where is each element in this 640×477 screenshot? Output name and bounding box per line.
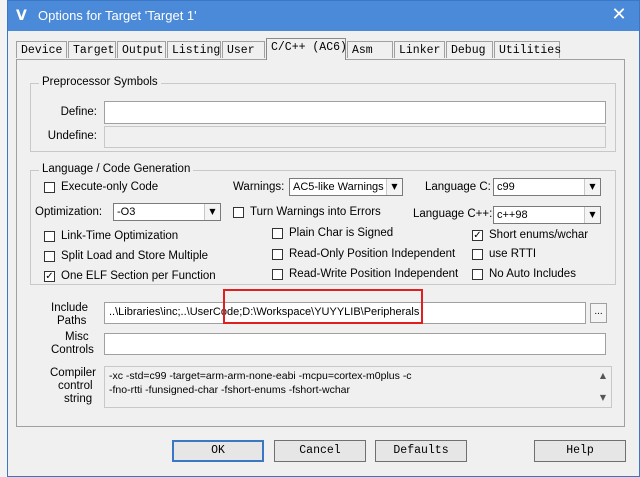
cancel-button[interactable]: Cancel xyxy=(274,440,366,462)
string-label: string xyxy=(64,393,93,405)
group-title: Language / Code Generation xyxy=(39,163,194,175)
undefine-label: Undefine: xyxy=(47,130,97,142)
optimization-label: Optimization: xyxy=(35,206,103,218)
options-dialog: V Options for Target 'Target 1' ✕ Device… xyxy=(7,0,640,477)
tab-output[interactable]: Output xyxy=(117,41,166,58)
paths-label: Paths xyxy=(57,315,87,327)
tab-target[interactable]: Target xyxy=(68,41,116,58)
checkmark-icon: ✓ xyxy=(44,270,55,282)
one-elf-section-checkbox[interactable]: ✓ One ELF Section per Function xyxy=(44,270,216,282)
select-value: -O3 xyxy=(117,206,136,218)
checkbox-label: Plain Char is Signed xyxy=(289,227,394,239)
checkbox-box xyxy=(272,268,283,280)
checkbox-box xyxy=(44,230,55,242)
split-load-store-checkbox[interactable]: Split Load and Store Multiple xyxy=(44,250,208,262)
define-label: Define: xyxy=(60,106,97,118)
language-c-select[interactable]: c99 ▼ xyxy=(493,178,601,196)
checkbox-label: Turn Warnings into Errors xyxy=(250,206,381,218)
checkbox-label: One ELF Section per Function xyxy=(61,270,216,282)
checkbox-label: Short enums/wchar xyxy=(489,229,589,241)
defaults-button[interactable]: Defaults xyxy=(375,440,467,462)
tab-listing[interactable]: Listing xyxy=(167,41,221,58)
define-input[interactable] xyxy=(104,101,606,124)
compiler-label: Compiler xyxy=(50,367,97,379)
checkbox-label: Execute-only Code xyxy=(61,181,159,193)
undefine-input[interactable] xyxy=(104,126,606,148)
scroll-down-icon[interactable]: ▼ xyxy=(595,391,611,405)
read-write-position-independent-checkbox[interactable]: Read-Write Position Independent xyxy=(272,268,458,280)
compiler-control-line-2: -fno-rtti -funsigned-char -fshort-enums … xyxy=(109,384,350,396)
select-value: AC5-like Warnings xyxy=(293,181,384,193)
checkbox-box xyxy=(272,248,283,260)
checkbox-box xyxy=(44,181,55,193)
checkbox-label: Read-Write Position Independent xyxy=(289,268,459,280)
language-cpp-select[interactable]: c++98 ▼ xyxy=(493,206,601,224)
group-title: Preprocessor Symbols xyxy=(39,76,161,88)
browse-include-paths-button[interactable]: ... xyxy=(590,303,607,323)
include-label: Include xyxy=(51,302,89,314)
tab-user[interactable]: User xyxy=(222,41,265,58)
plain-char-signed-checkbox[interactable]: Plain Char is Signed xyxy=(272,227,393,239)
control-label: control xyxy=(58,380,93,392)
link-time-optimization-checkbox[interactable]: Link-Time Optimization xyxy=(44,230,178,242)
keil-app-icon: V xyxy=(16,8,27,24)
select-value: c++98 xyxy=(497,209,528,221)
ok-button[interactable]: OK xyxy=(172,440,264,462)
language-c-label: Language C: xyxy=(425,181,491,193)
select-value: c99 xyxy=(497,181,515,193)
checkbox-box xyxy=(233,206,244,218)
checkbox-label: Split Load and Store Multiple xyxy=(61,250,209,262)
c-cpp-options-panel: Preprocessor Symbols Define: Undefine: L… xyxy=(16,59,625,427)
chevron-down-icon: ▼ xyxy=(584,207,600,223)
tab-asm[interactable]: Asm xyxy=(347,41,393,58)
tab-utilities[interactable]: Utilities xyxy=(494,41,561,58)
title-bar: V Options for Target 'Target 1' ✕ xyxy=(8,1,639,31)
chevron-down-icon: ▼ xyxy=(204,204,220,220)
checkbox-label: No Auto Includes xyxy=(489,268,576,280)
checkbox-box xyxy=(472,248,483,260)
checkbox-box xyxy=(472,268,483,280)
checkbox-box xyxy=(272,227,283,239)
misc-controls-input[interactable] xyxy=(104,333,606,355)
help-button[interactable]: Help xyxy=(534,440,626,462)
vertical-scrollbar[interactable]: ▲ ▼ xyxy=(595,367,611,407)
checkmark-icon: ✓ xyxy=(472,229,483,241)
optimization-select[interactable]: -O3 ▼ xyxy=(113,203,221,221)
checkbox-label: Read-Only Position Independent xyxy=(289,248,456,260)
include-paths-input[interactable]: ..\Libraries\inc;..\UserCode;D:\Workspac… xyxy=(104,302,586,324)
close-icon[interactable]: ✕ xyxy=(609,5,629,25)
no-auto-includes-checkbox[interactable]: No Auto Includes xyxy=(472,268,576,280)
tab-linker[interactable]: Linker xyxy=(394,41,445,58)
checkbox-box xyxy=(44,250,55,262)
checkbox-label: Link-Time Optimization xyxy=(61,230,179,242)
tab-c-cpp-ac6[interactable]: C/C++ (AC6) xyxy=(266,38,347,60)
scroll-up-icon[interactable]: ▲ xyxy=(595,369,611,383)
compiler-control-string[interactable]: -xc -std=c99 -target=arm-arm-none-eabi -… xyxy=(104,366,612,408)
tab-debug[interactable]: Debug xyxy=(446,41,493,58)
turn-warnings-into-errors-checkbox[interactable]: Turn Warnings into Errors xyxy=(233,206,381,218)
warnings-select[interactable]: AC5-like Warnings ▼ xyxy=(289,178,403,196)
language-cpp-label: Language C++: xyxy=(413,208,493,220)
compiler-control-line-1: -xc -std=c99 -target=arm-arm-none-eabi -… xyxy=(109,370,412,382)
read-only-position-independent-checkbox[interactable]: Read-Only Position Independent xyxy=(272,248,455,260)
controls-label: Controls xyxy=(51,344,94,356)
short-enums-wchar-checkbox[interactable]: ✓ Short enums/wchar xyxy=(472,229,588,241)
use-rtti-checkbox[interactable]: use RTTI xyxy=(472,248,536,260)
misc-label: Misc xyxy=(65,331,89,343)
chevron-down-icon: ▼ xyxy=(584,179,600,195)
execute-only-checkbox[interactable]: Execute-only Code xyxy=(44,181,158,193)
warnings-label: Warnings: xyxy=(233,181,285,193)
checkbox-label: use RTTI xyxy=(489,248,537,260)
window-title: Options for Target 'Target 1' xyxy=(38,8,197,23)
chevron-down-icon: ▼ xyxy=(386,179,402,195)
tab-device[interactable]: Device xyxy=(16,41,67,58)
